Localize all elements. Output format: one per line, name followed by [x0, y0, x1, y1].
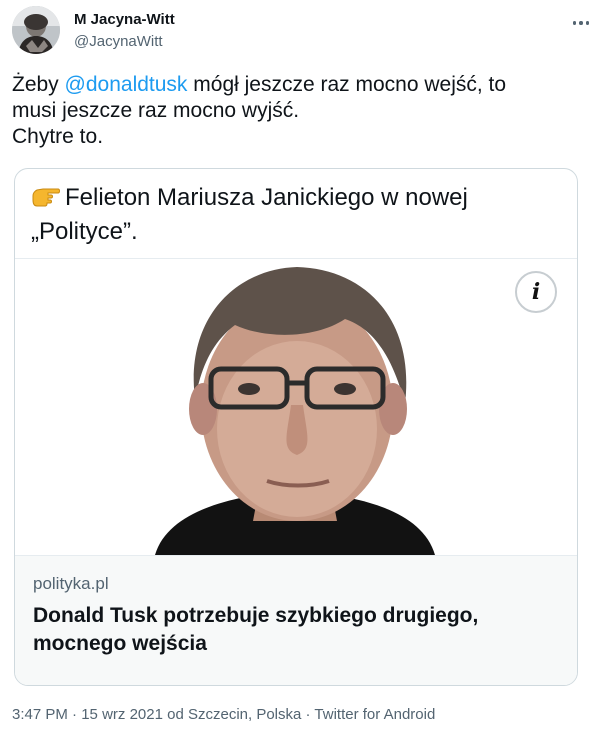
- card-title-line-1: Donald Tusk potrzebuje szybkiego drugieg…: [33, 604, 479, 627]
- tweet-text-suffix: mógł jeszcze raz mocno wejść, to: [187, 73, 507, 96]
- card-title: Donald Tusk potrzebuje szybkiego drugieg…: [33, 602, 559, 658]
- card-headline-line-2: „Polityce”.: [31, 218, 138, 245]
- tweet-text-line-1: Żeby @donaldtusk mógł jeszcze raz mocno …: [12, 72, 592, 98]
- card-title-line-2: mocnego wejścia: [33, 632, 207, 655]
- card-footer: polityka.pl Donald Tusk potrzebuje szybk…: [15, 555, 577, 685]
- tweet-text: Żeby @donaldtusk mógł jeszcze raz mocno …: [12, 72, 592, 150]
- info-icon[interactable]: i: [515, 271, 557, 313]
- meta-location-prefix: od: [162, 706, 188, 723]
- tweet-header: M Jacyna-Witt @JacynaWitt: [12, 6, 595, 58]
- card-headline-line-1: Felieton Mariusza Janickiego w nowej: [65, 184, 468, 211]
- more-icon[interactable]: [569, 14, 593, 32]
- link-card[interactable]: Felieton Mariusza Janickiego w nowej „Po…: [14, 168, 578, 686]
- tweet-text-line-2: musi jeszcze raz mocno wyjść.: [12, 99, 300, 122]
- portrait-photo: [15, 259, 577, 555]
- tweet-date[interactable]: 15 wrz 2021: [81, 706, 163, 723]
- author-names: M Jacyna-Witt @JacynaWitt: [74, 10, 175, 51]
- avatar[interactable]: [12, 6, 60, 54]
- pointing-hand-icon: [31, 183, 61, 207]
- tweet-location[interactable]: Szczecin, Polska: [188, 706, 301, 723]
- author-handle[interactable]: @JacynaWitt: [74, 32, 175, 51]
- mention-link[interactable]: @donaldtusk: [65, 73, 188, 96]
- tweet: M Jacyna-Witt @JacynaWitt Żeby @donaldtu…: [0, 0, 613, 729]
- tweet-time[interactable]: 3:47 PM: [12, 706, 68, 723]
- tweet-text-prefix: Żeby: [12, 73, 65, 96]
- card-headline: Felieton Mariusza Janickiego w nowej „Po…: [15, 169, 577, 259]
- meta-separator-2: ·: [301, 706, 315, 723]
- card-domain: polityka.pl: [33, 574, 109, 593]
- tweet-text-line-3: Chytre to.: [12, 125, 104, 148]
- author-display-name[interactable]: M Jacyna-Witt: [74, 10, 175, 29]
- tweet-meta: 3:47 PM · 15 wrz 2021 od Szczecin, Polsk…: [12, 706, 435, 724]
- avatar-image: [12, 6, 60, 54]
- meta-separator-1: ·: [67, 706, 82, 723]
- card-image[interactable]: i: [15, 259, 577, 555]
- tweet-client[interactable]: Twitter for Android: [314, 706, 435, 723]
